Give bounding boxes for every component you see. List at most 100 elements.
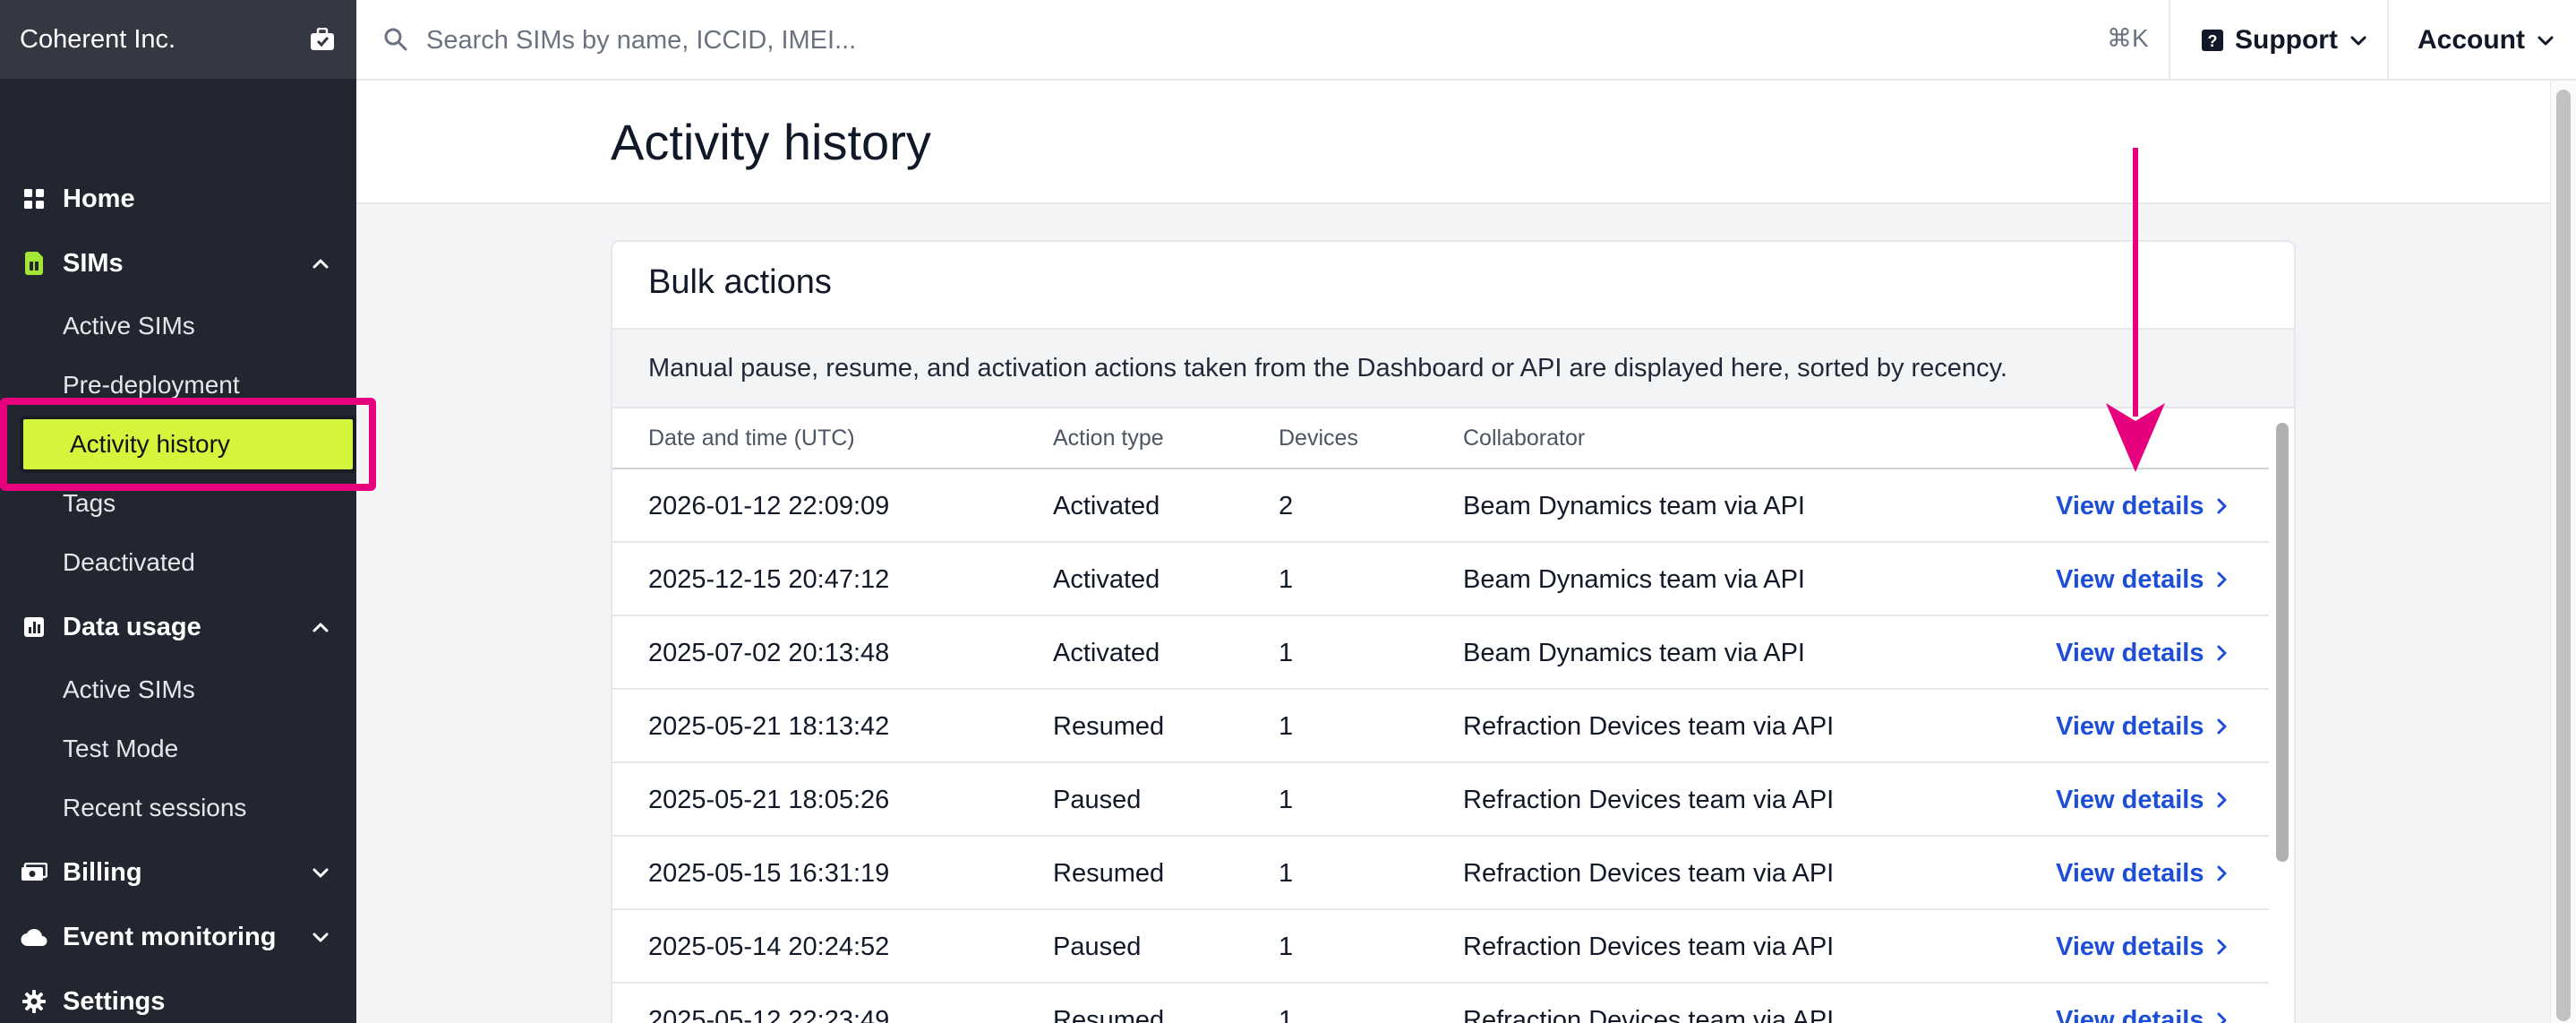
cell-devices: 2 xyxy=(1279,491,1294,520)
sidebar-item-billing[interactable]: Billing xyxy=(0,846,356,899)
chevron-right-icon xyxy=(2217,645,2226,661)
table-row: 2025-05-21 18:05:26 Paused 1 Refraction Dev… xyxy=(612,763,2269,837)
table-row: 2025-07-02 20:13:48 Activated 1 Beam Dynami… xyxy=(612,616,2269,690)
sidebar-item-settings[interactable]: Settings xyxy=(0,975,356,1023)
sidebar-subitem-deactivated[interactable]: Deactivated xyxy=(63,537,195,588)
table-scrollbar-thumb[interactable] xyxy=(2276,423,2289,862)
cell-action-type: Paused xyxy=(1053,785,1142,814)
view-details-link[interactable]: View details xyxy=(2056,763,2231,837)
chevron-up-icon[interactable] xyxy=(308,615,333,640)
annotation-arrow-icon xyxy=(2106,148,2165,472)
cell-action-type: Activated xyxy=(1053,638,1160,667)
help-icon: ? xyxy=(2202,30,2223,51)
view-details-link[interactable]: View details xyxy=(2056,616,2231,690)
cell-date: 2025-05-21 18:05:26 xyxy=(648,785,890,814)
sidebar-item-label: Billing xyxy=(63,857,142,887)
view-details-label: View details xyxy=(2056,785,2204,814)
cell-date: 2025-07-02 20:13:48 xyxy=(648,638,890,667)
column-header-date[interactable]: Date and time (UTC) xyxy=(648,408,855,468)
page-scrollbar[interactable] xyxy=(2550,81,2576,1023)
page-title: Activity history xyxy=(611,114,931,170)
cell-devices: 1 xyxy=(1279,638,1294,667)
view-details-label: View details xyxy=(2056,932,2204,961)
table-row: 2025-05-15 16:31:19 Resumed 1 Refraction De… xyxy=(612,837,2269,910)
sidebar-subitem-recent-sessions[interactable]: Recent sessions xyxy=(63,783,246,833)
cell-date: 2025-05-21 18:13:42 xyxy=(648,711,890,741)
card-description: Manual pause, resume, and activation act… xyxy=(612,328,2294,408)
column-header-devices[interactable]: Devices xyxy=(1279,408,1358,468)
cell-date: 2025-05-15 16:31:19 xyxy=(648,858,890,888)
chevron-up-icon[interactable] xyxy=(308,251,333,276)
search-icon xyxy=(384,28,407,51)
support-label: Support xyxy=(2235,25,2338,55)
grid-icon xyxy=(20,185,48,213)
page-scrollbar-thumb[interactable] xyxy=(2556,90,2571,1021)
cell-collaborator: Refraction Devices team via API xyxy=(1463,858,1835,888)
sidebar-subitem-test-mode[interactable]: Test Mode xyxy=(63,724,178,774)
search-shortcut: ⌘K xyxy=(2107,24,2149,52)
view-details-label: View details xyxy=(2056,1005,2204,1023)
support-menu-button[interactable]: ? Support xyxy=(2201,0,2370,81)
cell-action-type: Resumed xyxy=(1053,711,1165,741)
org-switcher[interactable]: Coherent Inc. xyxy=(0,0,356,79)
chevron-right-icon xyxy=(2217,865,2226,881)
chevron-down-icon xyxy=(2537,36,2554,46)
cell-action-type: Activated xyxy=(1053,564,1160,594)
sidebar-item-home[interactable]: Home xyxy=(0,172,356,226)
view-details-label: View details xyxy=(2056,711,2204,741)
cell-devices: 1 xyxy=(1279,932,1294,961)
cloud-icon xyxy=(20,923,48,951)
table-row: 2025-05-14 20:24:52 Paused 1 Refraction Dev… xyxy=(612,910,2269,984)
view-details-label: View details xyxy=(2056,638,2204,667)
account-menu-button[interactable]: Account xyxy=(2418,0,2557,81)
view-details-label: View details xyxy=(2056,858,2204,888)
view-details-link[interactable]: View details xyxy=(2056,690,2231,763)
divider xyxy=(2387,0,2389,81)
chevron-right-icon xyxy=(2217,572,2226,588)
column-header-action-type[interactable]: Action type xyxy=(1053,408,1164,468)
table-scrollbar[interactable] xyxy=(2272,419,2292,1023)
sidebar-item-label: SIMs xyxy=(63,248,124,278)
gear-icon xyxy=(20,987,48,1016)
sidebar-item-sims[interactable]: SIMs xyxy=(0,236,356,290)
chevron-down-icon xyxy=(2350,36,2366,46)
cell-action-type: Resumed xyxy=(1053,1005,1165,1023)
view-details-link[interactable]: View details xyxy=(2056,984,2231,1023)
chevron-down-icon[interactable] xyxy=(308,924,333,950)
sidebar-subitem-tags[interactable]: Tags xyxy=(63,478,116,529)
card-title: Bulk actions xyxy=(648,263,832,301)
column-header-collaborator[interactable]: Collaborator xyxy=(1463,408,1585,468)
search-input[interactable] xyxy=(426,16,2127,64)
view-details-link[interactable]: View details xyxy=(2056,469,2231,543)
cell-action-type: Activated xyxy=(1053,491,1160,520)
chevron-down-icon[interactable] xyxy=(308,860,333,885)
sidebar-item-label: Settings xyxy=(63,986,166,1016)
cell-date: 2025-05-14 20:24:52 xyxy=(648,932,890,961)
sidebar-subitem-activity-history[interactable]: Activity history xyxy=(20,416,356,473)
sidebar-item-label: Home xyxy=(63,184,135,213)
view-details-link[interactable]: View details xyxy=(2056,910,2231,984)
sidebar-item-data-usage[interactable]: Data usage xyxy=(0,600,356,654)
cell-date: 2025-05-12 22:23:49 xyxy=(648,1005,890,1023)
cell-collaborator: Refraction Devices team via API xyxy=(1463,711,1835,741)
bulk-actions-card: Bulk actions Manual pause, resume, and a… xyxy=(611,240,2296,1023)
briefcase-icon[interactable] xyxy=(308,26,337,53)
view-details-label: View details xyxy=(2056,491,2204,520)
table-row: 2025-12-15 20:47:12 Activated 1 Beam Dynami… xyxy=(612,543,2269,616)
sidebar-subitem-active-sims[interactable]: Active SIMs xyxy=(63,301,195,351)
cell-collaborator: Refraction Devices team via API xyxy=(1463,1005,1835,1023)
sidebar-item-event-monitoring[interactable]: Event monitoring xyxy=(0,910,356,964)
cell-date: 2026-01-12 22:09:09 xyxy=(648,491,890,520)
view-details-link[interactable]: View details xyxy=(2056,543,2231,616)
bar-chart-icon xyxy=(20,613,48,641)
annotation-highlight-box: Activity history xyxy=(0,398,376,491)
org-name: Coherent Inc. xyxy=(20,24,176,54)
sidebar: Coherent Inc. Home SIMs Active SIMs Pre-… xyxy=(0,0,376,1023)
cell-collaborator: Beam Dynamics team via API xyxy=(1463,564,1805,594)
cell-devices: 1 xyxy=(1279,711,1294,741)
chevron-right-icon xyxy=(2217,498,2226,514)
view-details-link[interactable]: View details xyxy=(2056,837,2231,910)
cell-devices: 1 xyxy=(1279,1005,1294,1023)
sidebar-item-label: Data usage xyxy=(63,612,201,641)
sidebar-subitem-data-active-sims[interactable]: Active SIMs xyxy=(63,665,195,715)
